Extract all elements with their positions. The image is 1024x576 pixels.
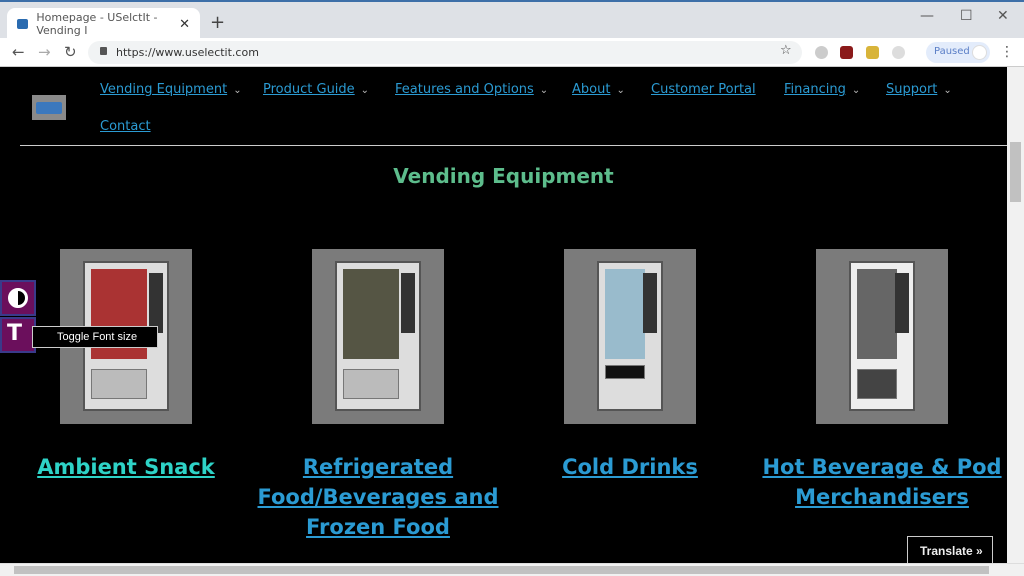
chevron-down-icon: ⌄ xyxy=(616,85,625,96)
tab-close-icon[interactable]: ✕ xyxy=(179,17,190,32)
address-toolbar: ← → ↻ https://www.uselectit.com ☆ Paused… xyxy=(0,38,1024,67)
profile-status: Paused xyxy=(934,46,970,57)
horizontal-scrollbar[interactable] xyxy=(0,563,1024,576)
vending-machine-image xyxy=(849,261,915,411)
bookmark-star-icon[interactable]: ☆ xyxy=(780,43,792,58)
product-card: Ambient Snack xyxy=(0,249,252,482)
vending-machine-image xyxy=(335,261,421,411)
lock-icon xyxy=(100,47,107,55)
chevron-down-icon: ⌄ xyxy=(943,85,952,96)
chevron-down-icon: ⌄ xyxy=(360,85,370,96)
nav-label: Customer Portal xyxy=(651,82,756,97)
chevron-down-icon: ⌄ xyxy=(233,85,242,96)
minimize-icon[interactable]: — xyxy=(920,8,934,24)
nav-product-guide[interactable]: Product Guide ⌄ xyxy=(263,82,369,97)
site-favicon-icon xyxy=(17,19,29,29)
vertical-scrollbar[interactable] xyxy=(1007,67,1024,563)
chevron-down-icon: ⌄ xyxy=(851,85,861,96)
address-bar[interactable]: https://www.uselectit.com xyxy=(88,41,802,64)
font-size-icon: T xyxy=(7,321,23,346)
scrollbar-thumb[interactable] xyxy=(14,566,989,574)
product-image[interactable] xyxy=(564,249,696,424)
contrast-toggle-button[interactable] xyxy=(0,280,36,316)
extension-icon[interactable] xyxy=(815,46,828,59)
contrast-icon xyxy=(8,288,28,308)
nav-vending-equipment[interactable]: Vending Equipment ⌄ xyxy=(100,82,242,97)
maximize-icon[interactable]: ☐ xyxy=(960,8,973,24)
web-page: Vending Equipment ⌄ Product Guide ⌄ Featur… xyxy=(0,67,1007,563)
nav-features-and-options[interactable]: Features and Options ⌄ xyxy=(395,82,548,97)
nav-divider xyxy=(20,145,1007,146)
font-size-toggle-button[interactable]: T xyxy=(0,317,36,353)
profile-button[interactable]: Paused xyxy=(926,42,990,63)
new-tab-button[interactable]: + xyxy=(210,12,225,33)
product-link[interactable]: Ambient Snack xyxy=(0,452,252,482)
nav-contact[interactable]: Contact xyxy=(100,119,151,134)
nav-label: Features and Options xyxy=(395,82,534,97)
nav-label: Vending Equipment xyxy=(100,82,228,97)
nav-label: Contact xyxy=(100,119,151,134)
nav-financing[interactable]: Financing ⌄ xyxy=(784,82,860,97)
extension-icon[interactable] xyxy=(892,46,905,59)
url-text: https://www.uselectit.com xyxy=(116,46,259,59)
translate-button[interactable]: Translate » xyxy=(907,536,993,563)
pdf-extension-icon[interactable] xyxy=(840,46,853,59)
product-card: Hot Beverage & Pod Merchandisers xyxy=(756,249,1007,512)
tooltip: Toggle Font size xyxy=(32,326,158,348)
product-link[interactable]: Cold Drinks xyxy=(504,452,756,482)
product-image[interactable] xyxy=(816,249,948,424)
nav-label: About xyxy=(572,82,611,97)
tab-title: Homepage - USelctIt - Vending I xyxy=(36,11,158,37)
avatar xyxy=(972,45,987,60)
reload-icon[interactable]: ↻ xyxy=(64,43,77,61)
product-image[interactable] xyxy=(312,249,444,424)
nav-label: Support xyxy=(886,82,938,97)
back-icon[interactable]: ← xyxy=(12,43,25,61)
nav-about[interactable]: About ⌄ xyxy=(572,82,625,97)
product-link[interactable]: Hot Beverage & Pod Merchandisers xyxy=(756,452,1007,512)
forward-icon[interactable]: → xyxy=(38,43,51,61)
page-title: Vending Equipment xyxy=(393,164,614,188)
scrollbar-thumb[interactable] xyxy=(1010,142,1021,202)
chevron-down-icon: ⌄ xyxy=(539,85,549,96)
nav-label: Product Guide xyxy=(263,82,355,97)
browser-menu-icon[interactable]: ⋮ xyxy=(1000,44,1014,60)
product-card: Refrigerated Food/Beverages and Frozen F… xyxy=(252,249,504,542)
extension-icon[interactable] xyxy=(866,46,879,59)
nav-label: Financing xyxy=(784,82,846,97)
nav-support[interactable]: Support ⌄ xyxy=(886,82,952,97)
vending-machine-image xyxy=(597,261,663,411)
nav-customer-portal[interactable]: Customer Portal xyxy=(651,82,756,97)
product-card: Cold Drinks xyxy=(504,249,756,482)
browser-title-bar: Homepage - USelctIt - Vending I ✕ + — ☐ … xyxy=(0,0,1024,40)
site-logo[interactable] xyxy=(32,95,66,120)
product-link[interactable]: Refrigerated Food/Beverages and Frozen F… xyxy=(252,452,504,542)
browser-tab[interactable]: Homepage - USelctIt - Vending I ✕ xyxy=(7,8,200,40)
window-close-icon[interactable]: ✕ xyxy=(997,8,1009,24)
